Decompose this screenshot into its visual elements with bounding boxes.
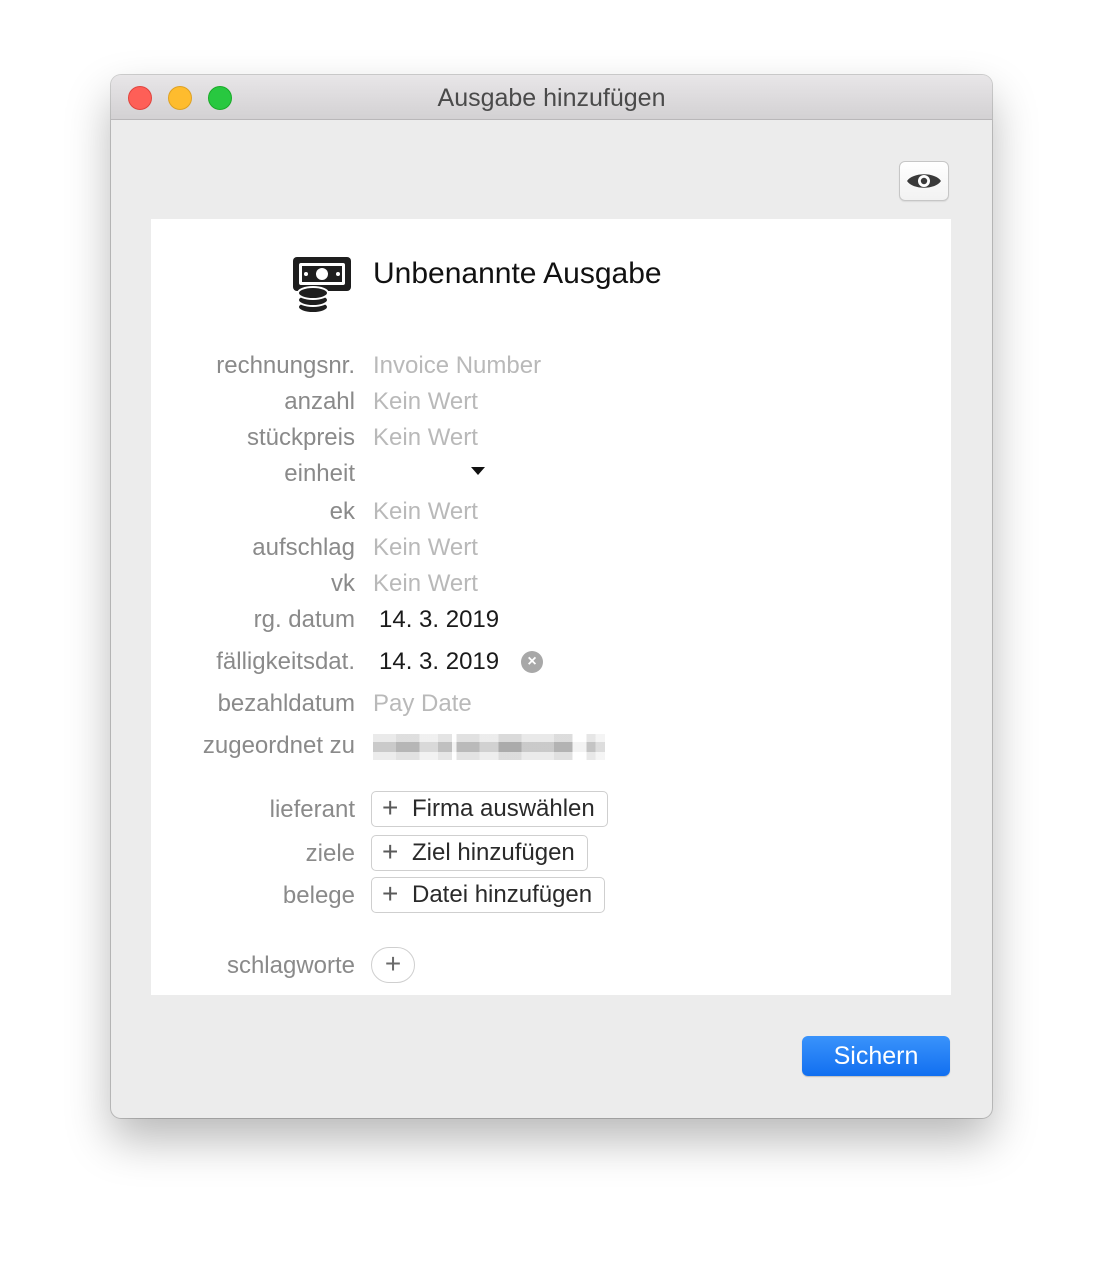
quantity-row: anzahl Kein Wert [151,385,951,419]
expense-form: Unbenannte Ausgabe rechnungsnr. Invoice … [151,219,951,995]
add-goal-button[interactable]: + Ziel hinzufügen [371,835,588,871]
select-company-label: Firma auswählen [412,795,595,822]
paid-date-label: bezahldatum [217,690,355,717]
supplier-row: lieferant + Firma auswählen [151,791,951,827]
unit-price-row: stückpreis Kein Wert [151,421,951,455]
markup-label: aufschlag [252,534,355,561]
select-company-button[interactable]: + Firma auswählen [371,791,608,827]
unit-price-label: stückpreis [246,424,355,451]
invoice-date-label: rg. datum [253,606,355,633]
tags-row: schlagworte + [151,947,951,983]
clear-icon[interactable]: × [521,651,543,673]
markup-row: aufschlag Kein Wert [151,531,951,565]
add-file-button[interactable]: + Datei hinzufügen [371,877,606,913]
assigned-to-label: zugeordnet zu [202,732,355,759]
window: Ausgabe hinzufügen Unbenannte Ausgabe re… [111,75,992,1118]
preview-button[interactable] [899,161,949,201]
receipts-row: belege + Datei hinzufügen [151,877,951,913]
paid-date-field[interactable]: Pay Date [373,687,472,721]
goals-label: ziele [305,840,355,867]
plus-icon: + [384,948,402,979]
unit-price-field[interactable]: Kein Wert [373,421,478,455]
receipts-label: belege [282,882,355,909]
invoice-date-row: rg. datum 14. 3. 2019 [151,603,951,637]
due-date-label: fälligkeitsdat. [216,648,355,675]
due-date-row: fälligkeitsdat. 14. 3. 2019 × [151,645,951,679]
tags-label: schlagworte [226,952,355,979]
quantity-label: anzahl [284,388,355,415]
markup-field[interactable]: Kein Wert [373,531,478,565]
vk-label: vk [331,570,355,597]
assigned-to-value-redacted[interactable] [373,734,605,760]
vk-row: vk Kein Wert [151,567,951,601]
plus-icon: + [382,878,399,909]
invoice-date-field[interactable]: 14. 3. 2019 [379,603,499,637]
add-tag-button[interactable]: + [371,947,415,983]
title-bar: Ausgabe hinzufügen [111,75,992,120]
assigned-to-row: zugeordnet zu [151,729,951,763]
add-goal-label: Ziel hinzufügen [412,839,575,866]
ek-field[interactable]: Kein Wert [373,495,478,529]
save-button[interactable]: Sichern [802,1036,950,1076]
vk-field[interactable]: Kein Wert [373,567,478,601]
eye-icon [907,174,941,188]
goals-row: ziele + Ziel hinzufügen [151,835,951,871]
due-date-field[interactable]: 14. 3. 2019 [379,645,499,679]
plus-icon: + [382,792,399,823]
quantity-field[interactable]: Kein Wert [373,385,478,419]
chevron-down-icon[interactable] [471,467,485,475]
paid-date-row: bezahldatum Pay Date [151,687,951,721]
invoice-number-row: rechnungsnr. Invoice Number [151,349,951,383]
invoice-number-label: rechnungsnr. [216,352,355,379]
expense-title[interactable]: Unbenannte Ausgabe [373,257,662,291]
add-file-label: Datei hinzufügen [412,881,593,908]
unit-row: einheit [151,457,951,491]
supplier-label: lieferant [269,796,355,823]
unit-label: einheit [284,460,355,487]
money-coins-icon [293,257,351,314]
invoice-number-field[interactable]: Invoice Number [373,349,541,383]
window-title: Ausgabe hinzufügen [437,84,666,112]
ek-label: ek [329,498,355,525]
plus-icon: + [382,836,399,867]
ek-row: ek Kein Wert [151,495,951,529]
